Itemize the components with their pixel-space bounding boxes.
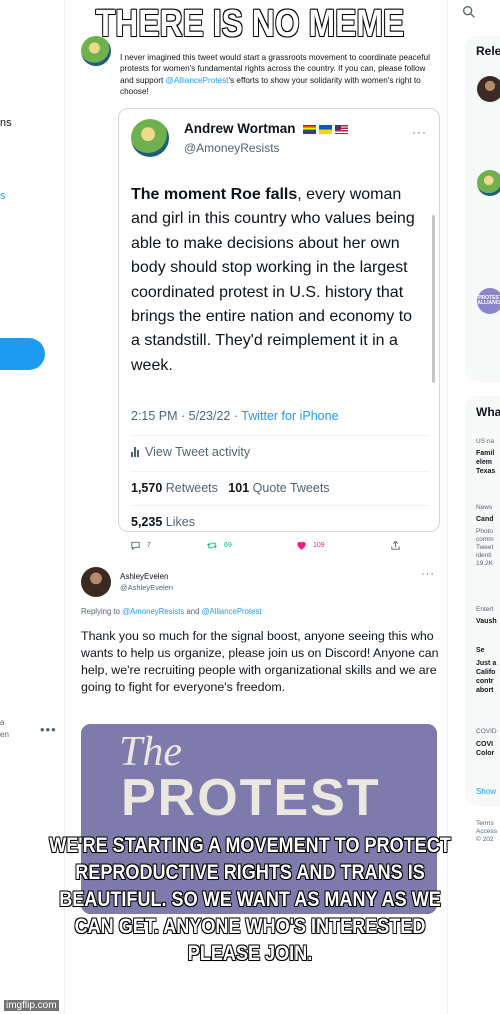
tweet-action-bar: 7 69 109: [118, 540, 440, 554]
reply-author-handle[interactable]: @AshleyEvelen: [120, 583, 173, 592]
relevant-person-avatar[interactable]: PROTEST ALLIANCE: [477, 288, 500, 314]
trend-description: Photo comm Tweet identi 19.2K: [476, 528, 494, 567]
trend-item[interactable]: Just a Califo contr abort: [476, 659, 496, 695]
mention-link[interactable]: @AmoneyResists: [122, 607, 184, 616]
scrollbar[interactable]: [432, 215, 435, 383]
quoted-tweet-text: The moment Roe falls, every woman and gi…: [131, 186, 415, 374]
trend-meta: News: [476, 504, 493, 511]
tweet-button[interactable]: [0, 338, 45, 370]
tweet-source-link[interactable]: Twitter for iPhone: [241, 409, 338, 423]
quote-tweets-stat[interactable]: 101 Quote Tweets: [228, 481, 329, 495]
show-more-link[interactable]: Show: [476, 787, 496, 796]
replying-to: Replying to @AmoneyResists and @Alliance…: [81, 607, 262, 616]
trend-meta: Se: [476, 647, 485, 654]
reply-author-avatar[interactable]: [81, 567, 111, 597]
reply-button[interactable]: 7: [130, 540, 151, 551]
retweet-button[interactable]: 69: [206, 540, 232, 551]
trend-meta: Entert: [476, 606, 494, 613]
usa-flag-icon: [335, 124, 349, 134]
account-menu-icon[interactable]: •••: [40, 722, 57, 737]
trend-item[interactable]: COVI Color: [476, 740, 494, 758]
footer-links[interactable]: Terms Access © 202: [476, 820, 497, 844]
meme-top-caption: THERE IS NO MEME: [95, 2, 405, 46]
tweet-text: I never imagined this tweet would start …: [120, 53, 430, 97]
reply-more-options-icon[interactable]: ···: [421, 568, 435, 580]
divider: [131, 471, 429, 472]
rainbow-flag-icon: [303, 124, 317, 134]
relevant-person-avatar[interactable]: [477, 170, 500, 196]
retweet-icon: [207, 542, 217, 549]
nav-fragment-label[interactable]: ns: [0, 117, 12, 129]
like-button[interactable]: 109: [296, 540, 325, 551]
reply-text: Thank you so much for the signal boost, …: [81, 629, 439, 694]
trend-item[interactable]: Famil elem Texas: [476, 449, 495, 476]
nav-fragment-active[interactable]: s: [0, 190, 6, 202]
mention-link[interactable]: @AllianceProtest: [166, 76, 229, 85]
whats-happening-heading: Wha: [476, 405, 500, 419]
trend-meta: COVID: [476, 728, 497, 735]
likes-stat[interactable]: 5,235 Likes: [131, 515, 195, 529]
relevant-people-heading: Rele: [476, 44, 500, 58]
quoted-author-name[interactable]: Andrew Wortman: [184, 121, 349, 136]
tweet-timestamp: 2:15 PM · 5/23/22 · Twitter for iPhone: [131, 409, 339, 423]
analytics-icon: [131, 447, 139, 457]
share-button[interactable]: [390, 540, 401, 551]
ukraine-flag-icon: [319, 124, 333, 134]
meme-bottom-caption: WE'RE STARTING A MOVEMENT TO PROTECT REP…: [49, 832, 452, 966]
account-name-fragment: a: [0, 718, 5, 727]
search-icon[interactable]: [461, 4, 477, 20]
quoted-tweet-card[interactable]: Andrew Wortman @AmoneyResists ··· The mo…: [118, 108, 440, 532]
flag-emojis: [303, 124, 349, 134]
trend-meta: US na: [476, 438, 495, 445]
relevant-person-avatar[interactable]: [477, 76, 500, 102]
quoted-author-handle[interactable]: @AmoneyResists: [184, 141, 280, 155]
retweets-stat[interactable]: 1,570 Retweets: [131, 481, 218, 495]
imgflip-watermark: imgflip.com: [4, 1000, 59, 1011]
view-tweet-activity-link[interactable]: View Tweet activity: [131, 445, 250, 459]
mention-link[interactable]: @AllianceProtest: [202, 607, 262, 616]
heart-icon: [297, 541, 306, 550]
image-caption-protest: PROTEST: [121, 769, 381, 827]
more-options-icon[interactable]: ···: [412, 125, 427, 139]
share-icon: [391, 540, 400, 550]
engagement-stats: 1,570 Retweets 101 Quote Tweets: [131, 481, 330, 495]
reply-author-name[interactable]: AshleyEvelen: [120, 572, 168, 581]
account-handle-fragment: en: [0, 730, 9, 739]
quoted-author-avatar[interactable]: [131, 119, 169, 157]
divider: [131, 505, 429, 506]
reply-icon: [131, 541, 140, 551]
trend-item[interactable]: Vaush: [476, 617, 497, 626]
divider: [131, 435, 429, 436]
trend-item[interactable]: Cand: [476, 515, 494, 524]
